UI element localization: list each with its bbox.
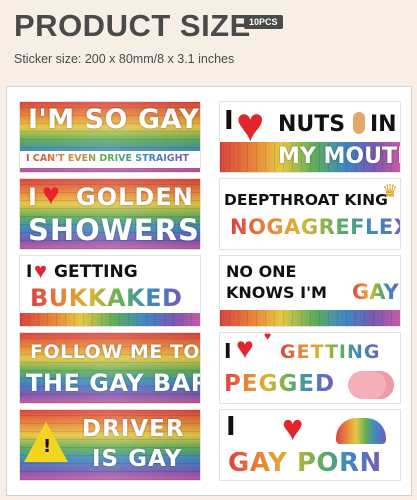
heart-icon: ♥ (236, 101, 265, 152)
sticker-subline: SHOWERS (28, 213, 200, 247)
sticker-driver-is-gay: ! DRIVER IS GAY (19, 409, 201, 481)
sticker-golden-showers: I ♥ GOLDEN SHOWERS (19, 178, 201, 250)
crown-icon: ♛ (382, 181, 399, 201)
sticker-subline: NOGAGREFLEX (230, 215, 400, 239)
sticker-headline: FOLLOW ME TO (30, 341, 201, 363)
heart-icon: ♥ (236, 332, 254, 365)
sticker-i: I (26, 262, 33, 282)
sticker-word: GOLDEN (76, 183, 194, 211)
sticker-word: IN (370, 112, 397, 137)
sticker-gay-porn: I ♥ GAY PORN (219, 409, 401, 481)
peach-icon (348, 371, 394, 399)
sticker-rainbow-band (20, 313, 200, 326)
sticker-nuts-in-my-mouth: I ♥ NUTS IN MY MOUTH (219, 101, 401, 173)
sticker-rainbow-band (220, 310, 400, 326)
sticker-subline: BUKKAKED (30, 284, 183, 312)
size-description: Sticker size: 200 x 80mm/8 x 3.1 inches (14, 52, 235, 66)
sticker-bukkaked: I ♥ GETTING BUKKAKED (19, 255, 201, 327)
sticker-no-one-knows: NO ONE KNOWS I'M GAY (219, 255, 401, 327)
heart-icon: ♥ (42, 178, 60, 211)
stickers-panel: I'M SO GAY I CAN'T EVEN DRIVE STRAIGHT I… (6, 86, 412, 496)
sticker-word: GETTING (54, 262, 138, 282)
sticker-word: NUTS (278, 112, 346, 137)
sticker-pegged: I ♥ ♥ GETTING PEGGED (219, 332, 401, 404)
sticker-so-gay: I'M SO GAY I CAN'T EVEN DRIVE STRAIGHT (19, 101, 201, 173)
small-heart-icon: ♥ (264, 332, 272, 343)
header: PRODUCT SIZE 10PCS (14, 6, 404, 46)
sticker-i: I (224, 339, 232, 363)
sticker-word: GAY (352, 280, 399, 304)
figure-icon (336, 418, 386, 444)
warning-mark: ! (43, 436, 52, 457)
peanut-icon (353, 112, 365, 134)
sticker-follow-me-gay-bar: FOLLOW ME TO THE GAY BAR (19, 332, 201, 404)
heart-icon: ♥ (282, 409, 304, 448)
sticker-subline: I CAN'T EVEN DRIVE STRAIGHT (26, 153, 190, 164)
sticker-headline: I'M SO GAY (28, 104, 200, 135)
sticker-subline: MY MOUTH (278, 144, 400, 169)
page-title: PRODUCT SIZE (14, 8, 251, 43)
sticker-subline: IS GAY (92, 446, 183, 472)
sticker-i: I (226, 412, 236, 442)
heart-icon: ♥ (34, 258, 48, 283)
quantity-badge: 10PCS (244, 15, 283, 29)
sticker-subline: PEGGED (224, 371, 336, 397)
sticker-headline: DEEPTHROAT KING (224, 191, 388, 209)
sticker-headline: DRIVER (82, 416, 185, 442)
sticker-i: I (28, 183, 37, 211)
sticker-i: I (224, 106, 234, 136)
sticker-deepthroat-king: DEEPTHROAT KING ♛ NOGAGREFLEX (219, 178, 401, 250)
sticker-subline: THE GAY BAR (26, 369, 201, 397)
sticker-subline: GAY PORN (228, 448, 382, 478)
sticker-word: GETTING (280, 341, 381, 363)
sticker-headline: NO ONE (226, 262, 297, 281)
sticker-subline: KNOWS I'M (226, 283, 327, 302)
